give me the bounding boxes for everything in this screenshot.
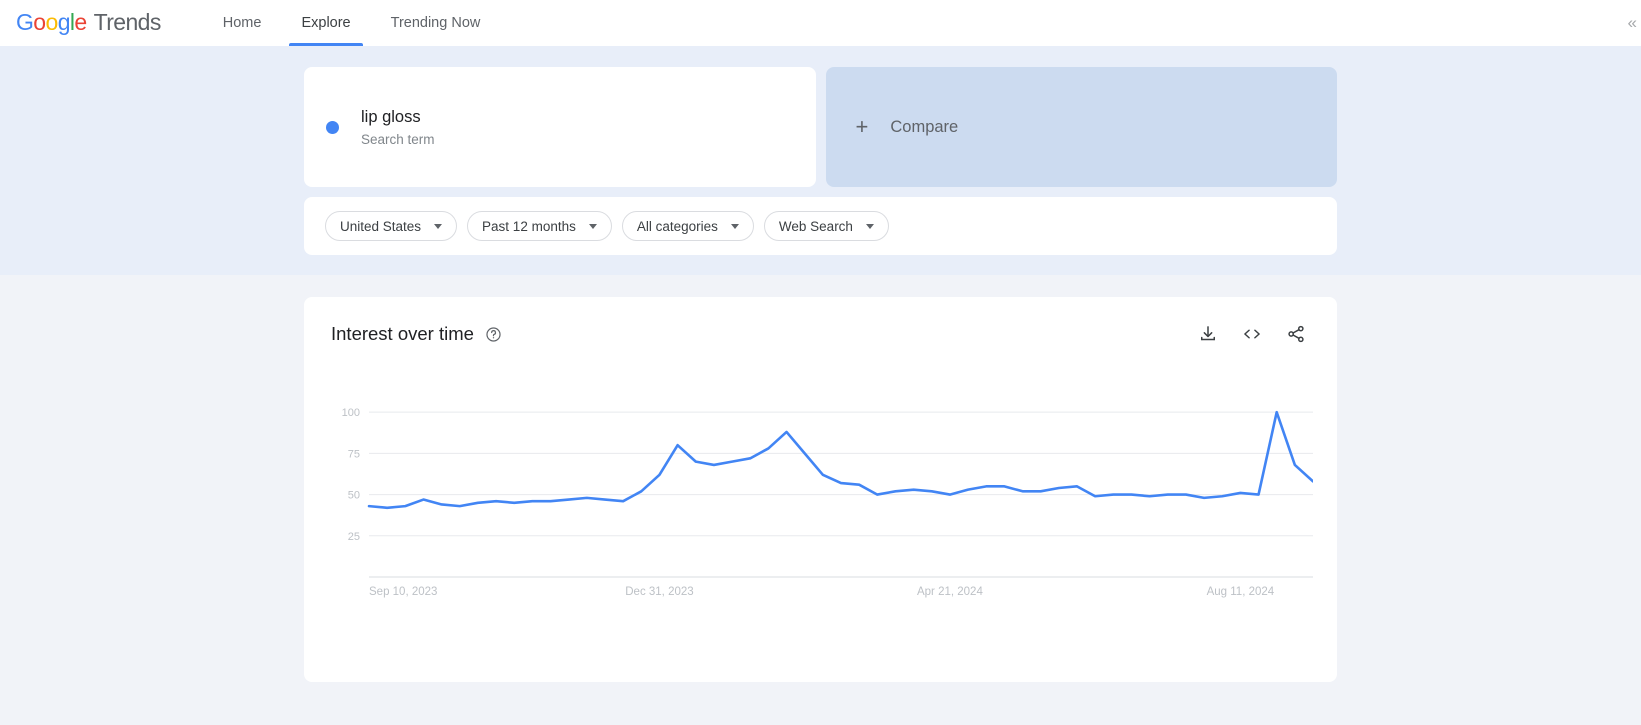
filter-search-type[interactable]: Web Search xyxy=(763,211,889,241)
chart-section: Interest over time 100 75 50 25 Sep 10, … xyxy=(0,275,1641,725)
chevron-down-icon xyxy=(865,223,874,229)
query-panel: lip gloss Search term + Compare United S… xyxy=(0,46,1641,275)
y-axis-tick-label: 100 xyxy=(342,407,360,419)
logo-trends-word: Trends xyxy=(93,9,162,35)
nav-item-trending-now[interactable]: Trending Now xyxy=(379,0,493,46)
interest-over-time-card: Interest over time 100 75 50 25 Sep 10, … xyxy=(304,297,1337,682)
compare-label: Compare xyxy=(890,117,959,136)
chart-line-series xyxy=(367,410,1313,510)
nav-item-explore[interactable]: Explore xyxy=(289,0,363,46)
y-axis-tick-label: 50 xyxy=(348,490,360,502)
logo-letter-e: e xyxy=(74,9,87,35)
y-axis-tick-label: 25 xyxy=(348,531,360,543)
filter-category[interactable]: All categories xyxy=(621,211,754,241)
download-icon[interactable] xyxy=(1198,324,1218,344)
logo-letter-o1: o xyxy=(33,9,46,35)
topbar-right-controls: « xyxy=(1628,0,1637,46)
series-color-dot xyxy=(326,120,339,134)
x-axis-tick-label: Dec 31, 2023 xyxy=(625,586,693,598)
top-navigation-bar: Google Trends Home Explore Trending Now … xyxy=(0,0,1641,46)
chart-actions xyxy=(1198,324,1306,344)
x-axis-tick-label: Apr 21, 2024 xyxy=(917,586,983,598)
chart-card-header: Interest over time xyxy=(331,323,1311,345)
chart-svg: 100 75 50 25 Sep 10, 2023 Dec 31, 2023 Apr 21,… xyxy=(342,407,1313,598)
google-trends-logo[interactable]: Google Trends xyxy=(16,9,161,36)
nav-links: Home Explore Trending Now xyxy=(211,0,509,46)
chart-title: Interest over time xyxy=(331,323,474,344)
chevron-down-icon xyxy=(730,223,739,229)
share-icon[interactable] xyxy=(1286,324,1306,344)
search-term-type: Search term xyxy=(361,132,435,147)
filter-bar: United States Past 12 months All categor… xyxy=(304,197,1337,255)
x-axis-tick-label: Sep 10, 2023 xyxy=(369,586,437,598)
plus-icon: + xyxy=(855,114,869,139)
filter-region[interactable]: United States xyxy=(325,211,458,241)
search-term-label: lip gloss xyxy=(361,108,421,126)
help-circle-icon[interactable] xyxy=(485,326,502,343)
code-embed-icon[interactable] xyxy=(1241,324,1263,344)
compare-card[interactable]: + Compare xyxy=(825,67,1337,187)
logo-letter-g: G xyxy=(16,9,34,35)
overflow-chevron-icon[interactable]: « xyxy=(1628,13,1637,33)
y-axis-tick-label: 75 xyxy=(348,448,360,460)
logo-letter-g2: g xyxy=(57,9,71,35)
filter-region-label: United States xyxy=(340,218,422,234)
filter-time-range[interactable]: Past 12 months xyxy=(467,211,612,241)
x-axis-tick-label: Aug 11, 2024 xyxy=(1207,586,1275,598)
logo-letter-o2: o xyxy=(45,9,59,35)
nav-item-home[interactable]: Home xyxy=(211,0,274,46)
filter-search-type-label: Web Search xyxy=(778,218,853,234)
search-terms-row: lip gloss Search term + Compare xyxy=(304,67,1337,187)
filter-category-label: All categories xyxy=(636,218,718,234)
interest-over-time-chart[interactable]: 100 75 50 25 Sep 10, 2023 Dec 31, 2023 Apr 21,… xyxy=(331,393,1313,618)
chevron-down-icon xyxy=(434,223,443,229)
search-term-card[interactable]: lip gloss Search term xyxy=(304,67,816,187)
filter-time-range-label: Past 12 months xyxy=(482,218,576,234)
chevron-down-icon xyxy=(588,223,597,229)
